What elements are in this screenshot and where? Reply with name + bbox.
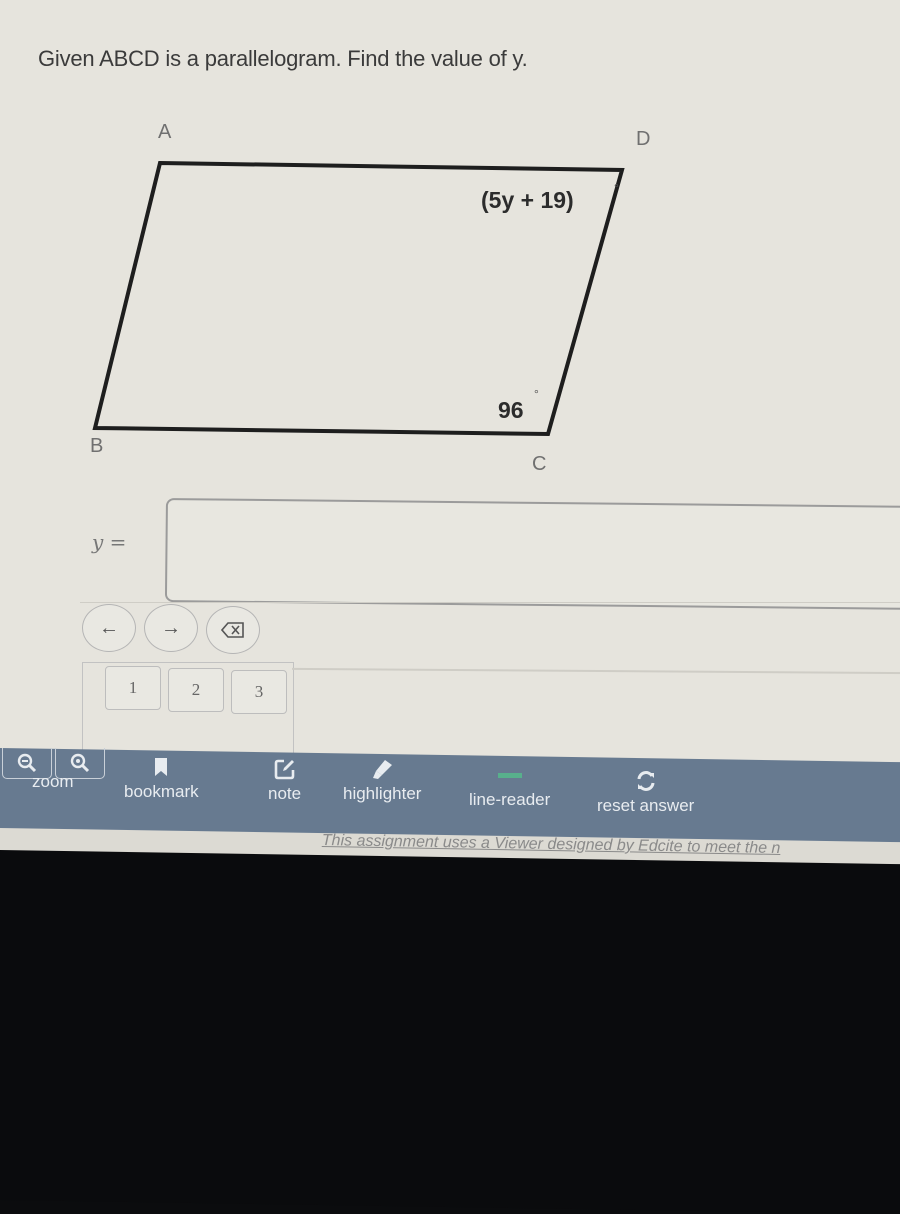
reset-answer-label: reset answer <box>597 796 695 815</box>
arrow-right-icon: → <box>161 616 181 639</box>
key-2[interactable]: 2 <box>168 668 224 712</box>
angle-c-degree: ° <box>534 387 539 401</box>
note-icon <box>274 759 294 780</box>
line-reader-button[interactable]: line-reader <box>469 764 550 810</box>
backspace-icon <box>221 622 244 638</box>
zoom-in-icon <box>70 753 90 773</box>
note-label: note <box>268 784 302 803</box>
bookmark-icon <box>155 758 168 776</box>
arrow-left-icon: ← <box>99 616 119 639</box>
reset-answer-button[interactable]: reset answer <box>597 770 694 816</box>
note-button[interactable]: note <box>268 758 301 804</box>
answer-label: y = <box>92 530 127 554</box>
vertex-label-b: B <box>90 435 103 457</box>
zoom-label: zoom <box>32 772 74 791</box>
highlighter-label: highlighter <box>343 784 422 803</box>
key-1[interactable]: 1 <box>105 666 161 710</box>
highlighter-icon <box>373 760 393 779</box>
zoom-out-icon <box>17 753 37 773</box>
answer-field[interactable] <box>164 498 900 610</box>
bookmark-button[interactable]: bookmark <box>124 756 199 802</box>
highlighter-button[interactable]: highlighter <box>343 758 421 804</box>
cursor-right-button[interactable]: → <box>144 604 198 652</box>
angle-c-value: 96 <box>498 397 524 423</box>
line-reader-icon <box>497 773 522 778</box>
line-reader-label: line-reader <box>469 790 551 809</box>
vertex-label-c: C <box>532 453 546 475</box>
vertex-label-a: A <box>158 121 172 143</box>
angle-d-expression: (5y + 19) <box>481 187 574 213</box>
refresh-icon <box>637 771 655 791</box>
parallelogram-figure: A D B C (5y + 19) ° 96 ° <box>90 121 650 475</box>
answer-input[interactable] <box>166 500 900 608</box>
backspace-button[interactable] <box>206 606 260 654</box>
cursor-left-button[interactable]: ← <box>82 604 136 652</box>
angle-d-degree: ° <box>614 181 619 195</box>
vertex-label-d: D <box>636 128 650 150</box>
bookmark-label: bookmark <box>124 782 199 801</box>
key-3[interactable]: 3 <box>231 670 287 714</box>
monitor-bezel <box>0 850 900 1214</box>
